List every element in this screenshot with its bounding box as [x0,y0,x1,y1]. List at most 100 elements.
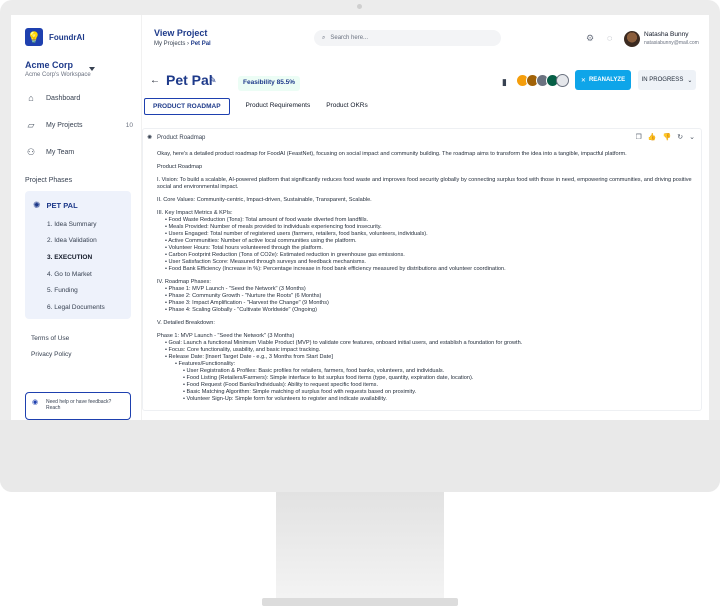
sparkle-icon: ✕ [580,77,586,84]
privacy-link[interactable]: Privacy Policy [31,351,71,358]
phase-item-idea-summary[interactable]: 1. Idea Summary [47,221,97,228]
feasibility-badge: Feasibility 85.5% [238,76,301,91]
status-label: IN PROGRESS [641,77,684,83]
app-logo[interactable]: 💡 FoundrAI [25,28,85,46]
content-line: • User Registration & Profiles: Basic pr… [183,368,445,374]
content-line: III. Key Impact Metrics & KPIs: [157,210,233,216]
content-line: • Phase 3: Impact Amplification - "Harve… [165,300,329,306]
chevron-down-icon[interactable] [89,67,95,71]
phase-item-go-to-market[interactable]: 4. Go to Market [47,271,92,278]
content-line: IV. Roadmap Phases: [157,279,211,285]
nav-label: My Team [46,148,75,156]
user-name: Natasha Bunny [644,31,689,38]
content-line: • Phase 4: Scaling Globally - "Cultivate… [165,307,317,313]
tab-product-roadmap[interactable]: PRODUCT ROADMAP [144,98,230,115]
content-line: • Food Listing (Retailers/Farmers): Simp… [183,375,474,381]
monitor-chin [0,420,720,492]
phase-item-execution[interactable]: 3. EXECUTION [47,254,92,261]
breadcrumb-current: Pet Pal [190,41,211,47]
monitor-base [262,598,458,606]
app-name: FoundrAI [49,32,85,42]
chevron-down-icon[interactable]: ⌄ [689,133,695,141]
reanalyze-button[interactable]: ✕ REANALYZE [575,70,631,90]
content-line: Phase 1: MVP Launch - "Seed the Network"… [157,333,295,339]
phase-item-funding[interactable]: 5. Funding [47,287,78,294]
content-line: Product Roadmap [157,164,203,170]
reanalyze-label: REANALYZE [588,77,626,83]
nav-dashboard[interactable]: ⌂ Dashboard [25,89,133,107]
phase-item-legal-documents[interactable]: 6. Legal Documents [47,304,105,311]
content-line: • Food Waste Reduction (Tons): Total amo… [165,217,369,223]
projects-count: 10 [125,121,133,129]
breadcrumb: My Projects › Pet Pal [154,41,211,47]
phase-item-idea-validation[interactable]: 2. Idea Validation [47,237,97,244]
content-line: • User Satisfaction Score: Measured thro… [165,259,366,265]
panel-tools: ❐ 👍 👎 ↻ ⌄ [636,133,695,141]
project-header: ← Pet Pal ✎ Feasibility 85.5% ▮ ✕ REANAL… [142,67,709,95]
workspace-switcher[interactable]: Acme Corp Acme Corp's Workspace [25,60,91,78]
tab-product-okrs[interactable]: Product OKRs [318,98,376,115]
team-avatars[interactable] [516,74,569,87]
help-icon: ◉ [32,399,39,406]
refresh-icon[interactable]: ↻ [677,133,683,141]
bulb-icon: 💡 [25,28,43,46]
camera-dot [357,4,362,9]
content-line: • Basic Matching Algorithm: Simple match… [183,389,417,395]
help-feedback-card[interactable]: ◉ Need help or have feedback? Reach [25,392,131,420]
nav-my-team[interactable]: ⚇ My Team [25,143,133,161]
content-line: • Phase 1: MVP Launch - "Seed the Networ… [165,286,306,292]
bulb-icon: ✺ [33,200,41,210]
back-arrow-icon[interactable]: ← [150,75,160,86]
workspace-subtitle: Acme Corp's Workspace [25,72,91,78]
terms-link[interactable]: Terms of Use [31,335,69,342]
tab-bar: PRODUCT ROADMAP Product Requirements Pro… [144,98,376,115]
avatar[interactable] [624,31,640,47]
roadmap-panel: ✺ Product Roadmap ❐ 👍 👎 ↻ ⌄ Okay, here's… [142,128,702,411]
tab-product-requirements[interactable]: Product Requirements [238,98,319,115]
add-user-icon [556,74,569,87]
project-phases-label: Project Phases [25,177,73,184]
breadcrumb-separator: › [187,41,190,47]
content-line: • Carbon Footprint Reduction (Tons of CO… [165,252,405,258]
phase-project[interactable]: ✺ PET PAL [33,200,78,211]
projects-icon: ▱ [27,119,35,130]
team-icon: ⚇ [26,146,36,157]
monitor-frame: 💡 FoundrAI Acme Corp Acme Corp's Workspa… [0,0,720,492]
content-line: • Volunteer Hours: Total hours volunteer… [165,245,323,251]
status-dropdown[interactable]: IN PROGRESS ⌄ [638,70,696,90]
search-icon: ⌕ [322,34,326,41]
thumbs-down-icon[interactable]: 👎 [663,133,672,141]
content-line: • Release Date: [Insert Target Date - e.… [165,354,333,360]
help-text: Need help or have feedback? Reach [46,399,112,411]
content-line: • Focus: Core functionality, usability, … [165,347,321,353]
workspace-name: Acme Corp [25,60,74,70]
pencil-icon[interactable]: ✎ [209,75,217,86]
home-icon: ⌂ [28,93,34,103]
phase-list: ✺ PET PAL 1. Idea Summary 2. Idea Valida… [25,191,131,319]
panel-header: ✺ Product Roadmap [147,134,206,142]
content-line: • Food Bank Efficiency (Increase in %): … [165,266,506,272]
document-icon[interactable]: ▮ [502,77,507,88]
project-title: Pet Pal [166,72,213,88]
nav-my-projects[interactable]: ▱ My Projects 10 [25,116,133,134]
bulb-icon: ✺ [147,135,153,141]
roadmap-content: Okay, here's a detailed product roadmap … [157,151,697,409]
content-line: • Users Engaged: Total number of registe… [165,231,428,237]
phase-project-name: PET PAL [46,201,78,210]
thumbs-up-icon[interactable]: 👍 [648,133,657,141]
panel-title: Product Roadmap [157,134,206,141]
content-line: • Features/Functionality: [175,361,236,367]
chevron-down-icon: ⌄ [687,77,693,84]
page-title: View Project [154,28,208,38]
breadcrumb-root[interactable]: My Projects [154,41,185,47]
nav-label: Dashboard [46,94,81,102]
power-icon[interactable]: ◌ [607,33,612,43]
gear-icon[interactable]: ⚙ [586,33,594,44]
screen: 💡 FoundrAI Acme Corp Acme Corp's Workspa… [11,15,709,420]
search-input[interactable]: ⌕ Search here... [314,30,501,46]
user-email: natasiabunny@mail.com [644,40,699,46]
content-line: • Meals Provided: Number of meals provid… [165,224,382,230]
copy-icon[interactable]: ❐ [636,133,642,141]
content-line: I. Vision: To build a scalable, AI-power… [157,177,692,190]
content-line: V. Detailed Breakdown: [157,320,215,326]
